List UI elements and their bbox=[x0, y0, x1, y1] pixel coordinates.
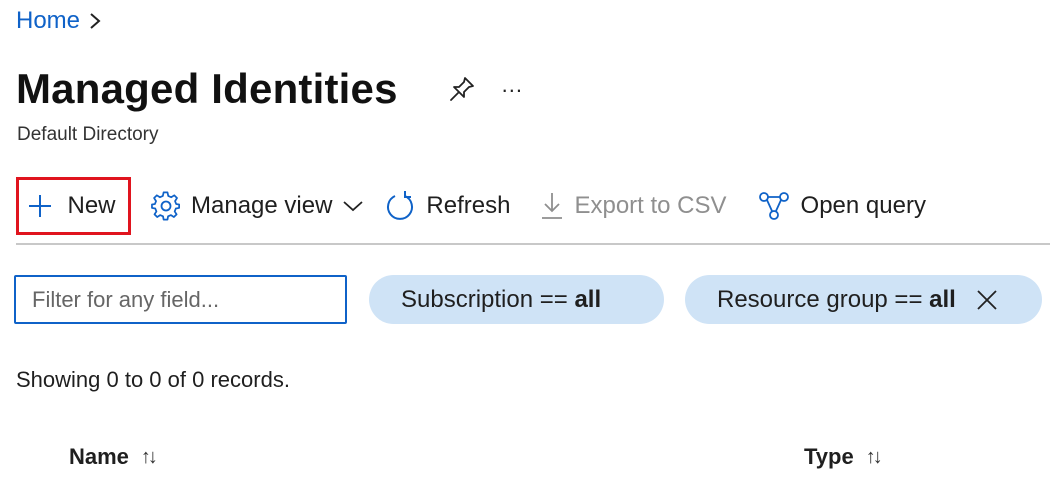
breadcrumb-home-link[interactable]: Home bbox=[16, 7, 80, 35]
breadcrumb: Home bbox=[16, 7, 102, 35]
sort-icon: ↑↓ bbox=[140, 445, 158, 468]
column-header-type[interactable]: Type ↑↓ bbox=[804, 444, 883, 470]
resource-group-filter-label: Resource group == bbox=[717, 285, 930, 313]
plus-icon bbox=[29, 195, 52, 217]
command-bar: New Manage view Refresh Export to CSV Op… bbox=[16, 170, 1050, 242]
sort-icon: ↑↓ bbox=[865, 445, 883, 468]
more-options-button[interactable]: ... bbox=[502, 74, 523, 104]
page-title: Managed Identities bbox=[16, 65, 398, 112]
new-button[interactable]: New bbox=[16, 177, 131, 235]
manage-view-label: Manage view bbox=[191, 192, 333, 219]
title-row: Managed Identities ... bbox=[16, 62, 523, 116]
filter-bar: Subscription == all Resource group == al… bbox=[14, 275, 1042, 324]
query-graph-icon bbox=[758, 192, 789, 220]
export-csv-button[interactable]: Export to CSV bbox=[540, 182, 727, 230]
records-count: Showing 0 to 0 of 0 records. bbox=[16, 367, 290, 392]
export-csv-label: Export to CSV bbox=[574, 192, 727, 219]
subscription-filter-value: all bbox=[574, 285, 602, 313]
refresh-button[interactable]: Refresh bbox=[384, 182, 510, 230]
pin-button[interactable] bbox=[446, 73, 478, 105]
resource-group-filter-pill[interactable]: Resource group == all bbox=[685, 275, 1042, 324]
subscription-filter-pill[interactable]: Subscription == all bbox=[369, 275, 664, 324]
filter-input[interactable] bbox=[14, 275, 347, 324]
subscription-filter-label: Subscription == bbox=[401, 285, 575, 313]
toolbar-divider bbox=[16, 243, 1050, 245]
open-query-label: Open query bbox=[800, 192, 926, 219]
manage-view-button[interactable]: Manage view bbox=[151, 182, 364, 230]
chevron-down-icon bbox=[343, 201, 364, 212]
page: Home Managed Identities ... Default Dire… bbox=[0, 0, 1050, 489]
refresh-label: Refresh bbox=[426, 192, 511, 219]
new-button-label: New bbox=[67, 192, 116, 219]
page-subtitle: Default Directory bbox=[17, 124, 159, 145]
download-icon bbox=[542, 193, 563, 219]
column-header-name-label: Name bbox=[69, 444, 129, 469]
gear-icon bbox=[151, 191, 181, 221]
column-header-name[interactable]: Name ↑↓ bbox=[69, 444, 158, 470]
close-icon bbox=[977, 289, 997, 310]
chevron-right-icon bbox=[90, 13, 101, 29]
resource-group-filter-value: all bbox=[929, 285, 956, 313]
open-query-button[interactable]: Open query bbox=[757, 182, 926, 230]
refresh-icon bbox=[387, 191, 414, 220]
pin-icon bbox=[449, 77, 474, 101]
column-header-type-label: Type bbox=[804, 444, 854, 469]
remove-filter-button[interactable] bbox=[974, 287, 1000, 313]
